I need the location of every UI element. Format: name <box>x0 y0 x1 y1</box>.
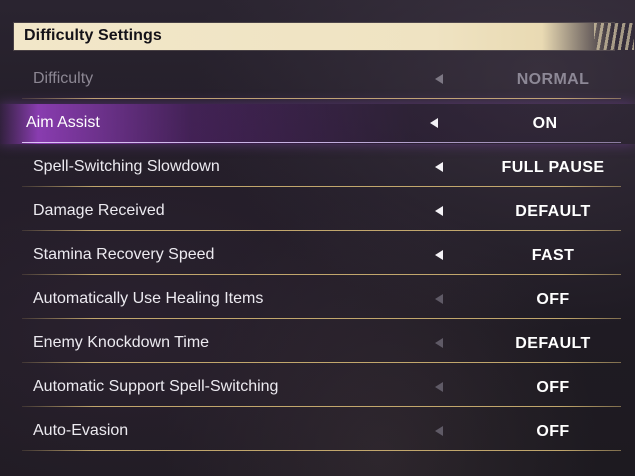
row-divider <box>22 318 621 319</box>
setting-value: FAST <box>531 247 575 264</box>
row-divider <box>22 230 621 231</box>
setting-row-auto-evasion[interactable]: Auto-Evasion OFF <box>0 410 635 454</box>
setting-value: OFF <box>536 291 570 308</box>
setting-row-damage-received[interactable]: Damage Received DEFAULT <box>0 190 635 234</box>
row-divider <box>22 274 621 275</box>
setting-label: Automatic Support Spell-Switching <box>33 378 279 395</box>
setting-value: FULL PAUSE <box>501 159 605 176</box>
setting-value: ON <box>532 115 558 132</box>
setting-row-auto-use-healing-items[interactable]: Automatically Use Healing Items OFF <box>0 278 635 322</box>
row-divider <box>22 98 621 99</box>
setting-label: Difficulty <box>33 70 94 87</box>
setting-label: Spell-Switching Slowdown <box>33 158 220 175</box>
setting-label: Auto-Evasion <box>33 422 129 439</box>
setting-row-auto-support-spell-switching[interactable]: Automatic Support Spell-Switching OFF <box>0 366 635 410</box>
section-title: Difficulty Settings <box>24 27 162 44</box>
left-arrow-icon <box>435 294 443 304</box>
setting-label: Enemy Knockdown Time <box>33 334 210 351</box>
left-arrow-icon[interactable] <box>430 118 438 128</box>
setting-value: DEFAULT <box>515 335 591 352</box>
left-arrow-icon[interactable] <box>435 206 443 216</box>
row-divider <box>22 406 621 407</box>
row-divider <box>22 142 621 143</box>
setting-label: Damage Received <box>33 202 165 219</box>
left-arrow-icon[interactable] <box>435 250 443 260</box>
setting-value: OFF <box>536 379 570 396</box>
setting-value: NORMAL <box>516 71 590 88</box>
setting-value: DEFAULT <box>515 203 591 220</box>
setting-row-difficulty[interactable]: Difficulty NORMAL <box>0 58 635 102</box>
left-arrow-icon <box>435 338 443 348</box>
row-divider <box>22 450 621 451</box>
setting-row-stamina-recovery-speed[interactable]: Stamina Recovery Speed FAST <box>0 234 635 278</box>
row-divider <box>22 362 621 363</box>
setting-label: Automatically Use Healing Items <box>33 290 264 307</box>
setting-row-enemy-knockdown-time[interactable]: Enemy Knockdown Time DEFAULT <box>0 322 635 366</box>
row-divider <box>22 186 621 187</box>
left-arrow-icon <box>435 382 443 392</box>
section-header: Difficulty Settings <box>14 23 634 50</box>
left-arrow-icon[interactable] <box>435 74 443 84</box>
left-arrow-icon[interactable] <box>435 162 443 172</box>
setting-value: OFF <box>536 423 570 440</box>
setting-label: Stamina Recovery Speed <box>33 246 215 263</box>
setting-row-spell-switching-slowdown[interactable]: Spell-Switching Slowdown FULL PAUSE <box>0 146 635 190</box>
setting-label: Aim Assist <box>26 114 100 131</box>
left-arrow-icon <box>435 426 443 436</box>
difficulty-settings-screen: Difficulty Settings Difficulty NORMAL Ai… <box>0 0 635 476</box>
setting-row-aim-assist[interactable]: Aim Assist ON <box>0 102 635 146</box>
